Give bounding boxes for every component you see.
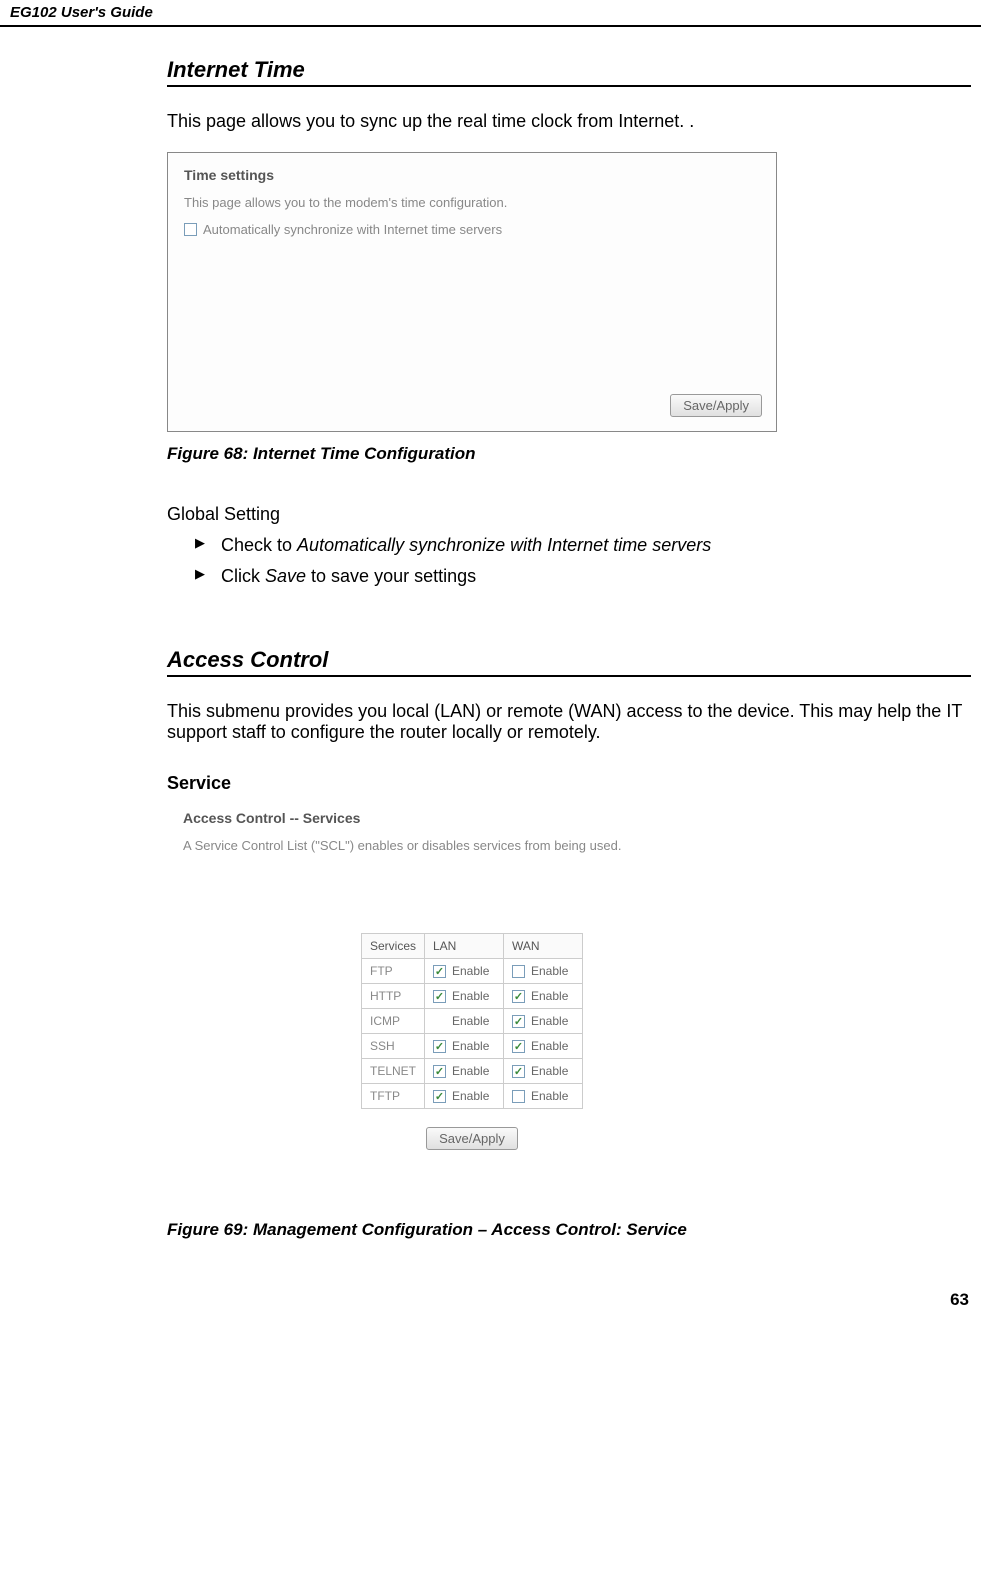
bullet-2-text: Click Save to save your settings	[221, 566, 476, 587]
ss-time-description: This page allows you to the modem's time…	[184, 195, 760, 210]
lan-cell: Enable	[425, 1034, 504, 1059]
service-name-cell: TELNET	[361, 1059, 424, 1084]
wan-enable-checkbox[interactable]	[512, 965, 525, 978]
lan-cell: Enable	[425, 959, 504, 984]
lan-cell: Enable	[425, 1084, 504, 1109]
figure-69-caption: Figure 69: Management Configuration – Ac…	[167, 1220, 971, 1240]
triangle-bullet-icon: ▶	[195, 566, 205, 582]
ss-time-title: Time settings	[184, 167, 760, 183]
lan-enable-checkbox[interactable]	[433, 990, 446, 1003]
wan-enable-checkbox[interactable]	[512, 1015, 525, 1028]
service-name-cell: SSH	[361, 1034, 424, 1059]
table-row: SSH Enable Enable	[361, 1034, 582, 1059]
enable-label: Enable	[452, 1014, 489, 1028]
wan-enable-checkbox[interactable]	[512, 990, 525, 1003]
wan-cell: Enable	[504, 984, 583, 1009]
service-name-cell: HTTP	[361, 984, 424, 1009]
col-wan: WAN	[504, 934, 583, 959]
save-apply-button-1[interactable]: Save/Apply	[670, 394, 762, 417]
enable-label: Enable	[452, 1039, 489, 1053]
enable-label: Enable	[531, 1014, 568, 1028]
lan-cell: Enable	[425, 1009, 504, 1034]
ss-access-description: A Service Control List ("SCL") enables o…	[183, 838, 761, 853]
lan-enable-checkbox[interactable]	[433, 965, 446, 978]
enable-label: Enable	[452, 989, 489, 1003]
enable-label: Enable	[452, 964, 489, 978]
lan-cell: Enable	[425, 1059, 504, 1084]
global-setting-bullets: ▶ Check to Automatically synchronize wit…	[167, 535, 971, 587]
lan-enable-checkbox[interactable]	[433, 1090, 446, 1103]
enable-label: Enable	[452, 1089, 489, 1103]
figure-68-caption: Figure 68: Internet Time Configuration	[167, 444, 971, 464]
lan-enable-checkbox[interactable]	[433, 1040, 446, 1053]
bullet-1-italic: Automatically synchronize with Internet …	[297, 535, 711, 555]
bullet-2-prefix: Click	[221, 566, 265, 586]
auto-sync-label: Automatically synchronize with Internet …	[203, 222, 502, 237]
enable-label: Enable	[452, 1064, 489, 1078]
enable-label: Enable	[531, 1089, 568, 1103]
services-table: Services LAN WAN FTP Enable Enable HTTP Enab…	[361, 933, 583, 1109]
service-name-cell: FTP	[361, 959, 424, 984]
table-row: TFTP Enable Enable	[361, 1084, 582, 1109]
internet-time-intro: This page allows you to sync up the real…	[167, 111, 971, 132]
wan-cell: Enable	[504, 1034, 583, 1059]
save-apply-button-2[interactable]: Save/Apply	[426, 1127, 518, 1150]
enable-label: Enable	[531, 989, 568, 1003]
table-row: FTP Enable Enable	[361, 959, 582, 984]
table-header-row: Services LAN WAN	[361, 934, 582, 959]
lan-cell: Enable	[425, 984, 504, 1009]
bullet-2: ▶ Click Save to save your settings	[167, 566, 971, 587]
col-services: Services	[361, 934, 424, 959]
enable-label: Enable	[531, 1064, 568, 1078]
wan-enable-checkbox[interactable]	[512, 1090, 525, 1103]
access-control-intro: This submenu provides you local (LAN) or…	[167, 701, 971, 743]
triangle-bullet-icon: ▶	[195, 535, 205, 551]
doc-header: EG102 User's Guide	[0, 0, 981, 27]
enable-label: Enable	[531, 1039, 568, 1053]
access-control-screenshot: Access Control -- Services A Service Con…	[167, 800, 777, 1160]
time-settings-screenshot: Time settings This page allows you to th…	[167, 152, 777, 432]
wan-cell: Enable	[504, 1084, 583, 1109]
services-table-wrap: Services LAN WAN FTP Enable Enable HTTP Enab…	[167, 933, 777, 1109]
wan-enable-checkbox[interactable]	[512, 1065, 525, 1078]
wan-cell: Enable	[504, 1059, 583, 1084]
service-name-cell: TFTP	[361, 1084, 424, 1109]
wan-cell: Enable	[504, 1009, 583, 1034]
wan-cell: Enable	[504, 959, 583, 984]
section-access-control-title: Access Control	[167, 647, 971, 677]
wan-enable-checkbox[interactable]	[512, 1040, 525, 1053]
global-setting-label: Global Setting	[167, 504, 971, 525]
service-subheading: Service	[167, 773, 971, 794]
bullet-2-italic: Save	[265, 566, 306, 586]
table-row: TELNET Enable Enable	[361, 1059, 582, 1084]
lan-enable-checkbox[interactable]	[433, 1065, 446, 1078]
section-internet-time-title: Internet Time	[167, 57, 971, 87]
ss-auto-sync-row: Automatically synchronize with Internet …	[184, 222, 760, 237]
col-lan: LAN	[425, 934, 504, 959]
page-content: Internet Time This page allows you to sy…	[0, 27, 981, 1260]
enable-label: Enable	[531, 964, 568, 978]
auto-sync-checkbox[interactable]	[184, 223, 197, 236]
bullet-2-suffix: to save your settings	[306, 566, 476, 586]
ss-access-title: Access Control -- Services	[183, 810, 761, 826]
doc-title: EG102 User's Guide	[10, 4, 153, 21]
table-row: ICMP Enable Enable	[361, 1009, 582, 1034]
bullet-1: ▶ Check to Automatically synchronize wit…	[167, 535, 971, 556]
bullet-1-prefix: Check to	[221, 535, 297, 555]
bullet-1-text: Check to Automatically synchronize with …	[221, 535, 711, 556]
service-name-cell: ICMP	[361, 1009, 424, 1034]
table-row: HTTP Enable Enable	[361, 984, 582, 1009]
page-number: 63	[0, 1260, 981, 1320]
